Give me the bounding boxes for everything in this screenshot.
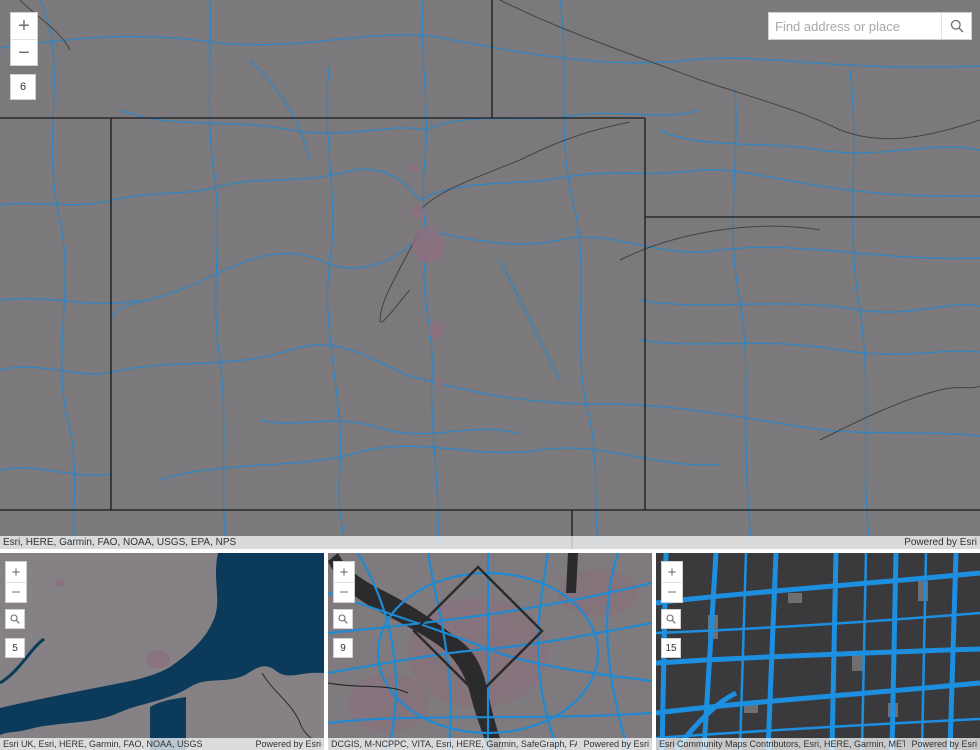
zoom-level-indicator: 9 bbox=[333, 638, 353, 658]
attribution-bar: Esri Community Maps Contributors, Esri, … bbox=[656, 738, 980, 750]
zoom-level-indicator: 5 bbox=[5, 638, 25, 658]
powered-by-link[interactable]: Powered by Esri bbox=[249, 739, 321, 749]
powered-by-link[interactable]: Powered by Esri bbox=[577, 739, 649, 749]
search-widget bbox=[768, 12, 972, 40]
powered-by-link[interactable]: Powered by Esri bbox=[898, 537, 977, 548]
zoom-out-button[interactable]: − bbox=[662, 582, 682, 602]
mini-basemap-dc bbox=[328, 553, 652, 750]
zoom-control: + − bbox=[661, 561, 683, 603]
attribution-bar: DCGIS, M-NCPPC, VITA, Esri, HERE, Garmin… bbox=[328, 738, 652, 750]
zoom-in-button[interactable]: + bbox=[11, 13, 37, 39]
attribution-text[interactable]: Esri Community Maps Contributors, Esri, … bbox=[659, 739, 905, 749]
attribution-bar: Esri UK, Esri, HERE, Garmin, FAO, NOAA, … bbox=[0, 738, 324, 750]
zoom-out-button[interactable]: − bbox=[334, 582, 354, 602]
search-input[interactable] bbox=[769, 13, 941, 39]
zoom-control: + − bbox=[10, 12, 38, 66]
zoom-control: + − bbox=[5, 561, 27, 603]
search-icon bbox=[338, 614, 348, 624]
locate-button[interactable] bbox=[5, 609, 25, 629]
main-map[interactable]: + − 6 Esri, HERE, Garmin, FAO, NOAA, USG… bbox=[0, 0, 980, 549]
zoom-level-indicator: 6 bbox=[10, 74, 36, 100]
attribution-text[interactable]: Esri UK, Esri, HERE, Garmin, FAO, NOAA, … bbox=[3, 739, 203, 749]
search-icon bbox=[950, 19, 963, 33]
locate-button[interactable] bbox=[661, 609, 681, 629]
attribution-bar: Esri, HERE, Garmin, FAO, NOAA, USGS, EPA… bbox=[0, 536, 980, 549]
mini-map-uk[interactable]: + − 5 Esri UK, Esri, HERE, Garmin, FAO, … bbox=[0, 553, 324, 750]
zoom-in-button[interactable]: + bbox=[6, 562, 26, 582]
mini-basemap-streets bbox=[656, 553, 980, 750]
powered-by-link[interactable]: Powered by Esri bbox=[905, 739, 977, 749]
zoom-out-button[interactable]: − bbox=[11, 39, 37, 65]
road-network bbox=[0, 0, 980, 549]
main-basemap bbox=[0, 0, 980, 549]
zoom-in-button[interactable]: + bbox=[662, 562, 682, 582]
zoom-level-indicator: 15 bbox=[661, 638, 681, 658]
attribution-text[interactable]: Esri, HERE, Garmin, FAO, NOAA, USGS, EPA… bbox=[3, 537, 236, 548]
state-borders bbox=[0, 0, 980, 549]
search-icon bbox=[10, 614, 20, 624]
attribution-text[interactable]: DCGIS, M-NCPPC, VITA, Esri, HERE, Garmin… bbox=[331, 739, 577, 749]
search-icon bbox=[666, 614, 676, 624]
mini-map-streets[interactable]: + − 15 Esri Community Maps Contributors,… bbox=[656, 553, 980, 750]
zoom-in-button[interactable]: + bbox=[334, 562, 354, 582]
zoom-control: + − bbox=[333, 561, 355, 603]
rivers bbox=[19, 0, 980, 441]
zoom-out-button[interactable]: − bbox=[6, 582, 26, 602]
locate-button[interactable] bbox=[333, 609, 353, 629]
search-button[interactable] bbox=[941, 13, 971, 39]
mini-map-dc[interactable]: + − 9 DCGIS, M-NCPPC, VITA, Esri, HERE, … bbox=[328, 553, 652, 750]
mini-basemap-uk bbox=[0, 553, 324, 750]
